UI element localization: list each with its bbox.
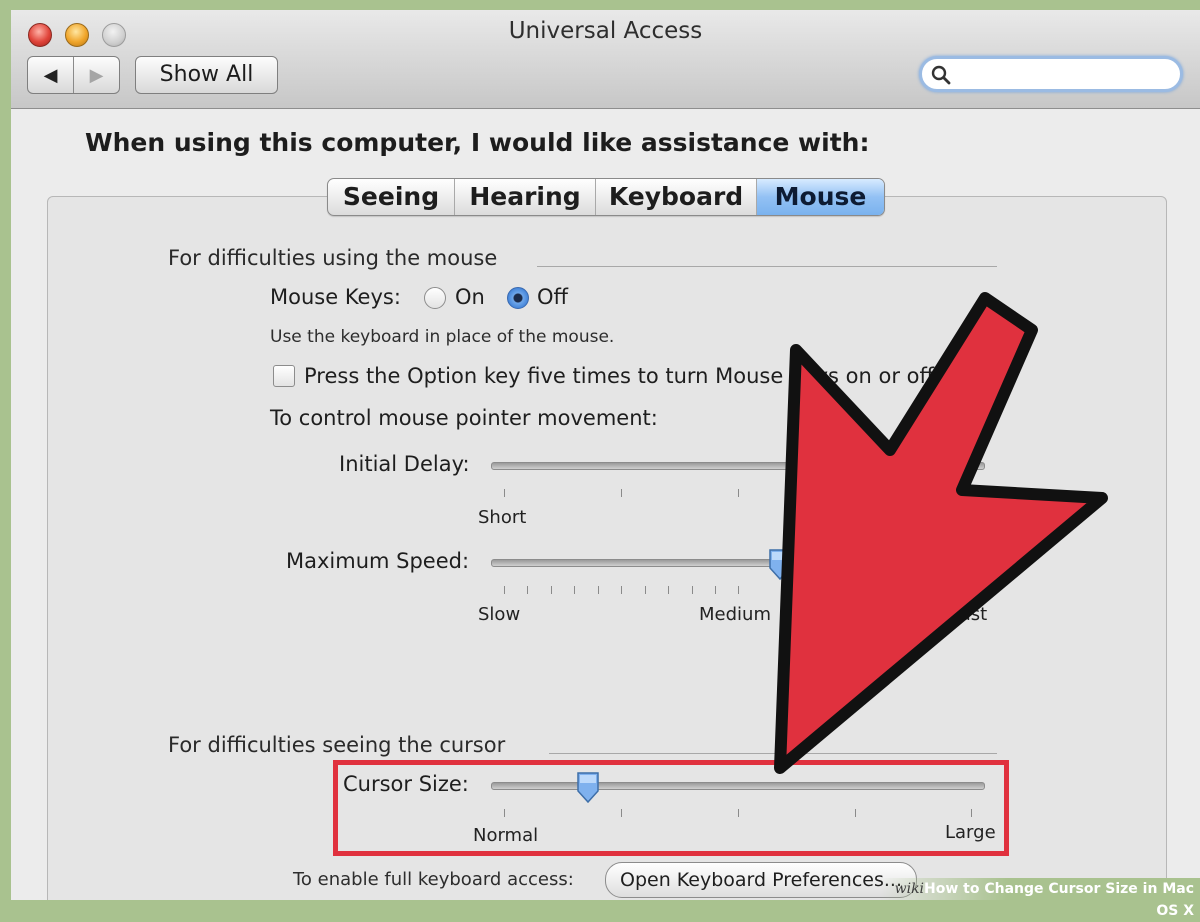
maximum-speed-mid-label: Medium: [699, 604, 771, 625]
search-icon: [931, 65, 951, 85]
footer-title: How to Change Cursor Size in Mac OS X: [924, 881, 1194, 919]
maximum-speed-slider[interactable]: [491, 559, 985, 567]
search-field[interactable]: [919, 56, 1183, 92]
wikihow-brand: wiki: [894, 881, 925, 897]
nav-back-forward: ◀ ▶: [27, 56, 120, 94]
tab-hearing[interactable]: Hearing: [455, 179, 596, 215]
back-arrow-icon: ◀: [43, 64, 58, 86]
open-keyboard-preferences-button[interactable]: Open Keyboard Preferences...: [605, 862, 917, 898]
slider-tick: [621, 489, 622, 497]
initial-delay-label: Initial Delay:: [339, 452, 470, 476]
slider-tick: [621, 586, 622, 594]
option-key-checkbox-label[interactable]: Press the Option key five times to turn …: [304, 364, 934, 388]
mouse-keys-on-label[interactable]: On: [455, 285, 485, 309]
mouse-keys-off-label[interactable]: Off: [537, 285, 568, 309]
toolbar: Universal Access ◀ ▶ Show All: [11, 10, 1200, 109]
maximum-speed-label: Maximum Speed:: [286, 549, 470, 573]
slider-tick: [504, 586, 505, 594]
pointer-control-label: To control mouse pointer movement:: [270, 406, 658, 430]
preferences-window: Universal Access ◀ ▶ Show All When using…: [11, 10, 1200, 900]
maximum-speed-slider-thumb[interactable]: [767, 548, 793, 582]
initial-delay-min-label: Short: [478, 507, 527, 528]
wikihow-footer: wikiHow to Change Cursor Size in Mac OS …: [880, 878, 1200, 919]
mouse-keys-label: Mouse Keys:: [270, 285, 401, 309]
forward-arrow-icon: ▶: [89, 64, 104, 86]
section-divider: [549, 753, 997, 754]
keyboard-access-label: To enable full keyboard access:: [293, 869, 574, 890]
mouse-keys-on-radio[interactable]: [424, 287, 446, 309]
option-key-checkbox[interactable]: [273, 365, 295, 387]
tab-keyboard[interactable]: Keyboard: [596, 179, 757, 215]
slider-tick: [692, 586, 693, 594]
slider-tick: [598, 586, 599, 594]
forward-button[interactable]: ▶: [74, 57, 119, 93]
slider-tick: [551, 586, 552, 594]
assistance-heading: When using this computer, I would like a…: [85, 128, 870, 157]
cursor-section-title: For difficulties seeing the cursor: [168, 733, 506, 757]
back-button[interactable]: ◀: [28, 57, 74, 93]
mouse-section-title: For difficulties using the mouse: [168, 246, 498, 270]
slider-tick: [645, 586, 646, 594]
slider-tick: [668, 586, 669, 594]
cursor-size-highlight: [333, 760, 1009, 856]
slider-tick: [527, 586, 528, 594]
tab-mouse[interactable]: Mouse: [757, 179, 884, 215]
maximum-speed-max-label: Fast: [951, 604, 988, 625]
slider-tick: [715, 586, 716, 594]
section-divider: [537, 266, 997, 267]
tab-bar: Seeing Hearing Keyboard Mouse: [327, 178, 885, 216]
slider-tick: [504, 489, 505, 497]
window-title: Universal Access: [508, 18, 703, 44]
slider-tick: [738, 586, 739, 594]
slider-tick: [738, 489, 739, 497]
tab-seeing[interactable]: Seeing: [328, 179, 455, 215]
mouse-keys-off-radio[interactable]: [507, 287, 529, 309]
slider-tick: [574, 586, 575, 594]
mouse-keys-description: Use the keyboard in place of the mouse.: [270, 327, 615, 347]
show-all-button[interactable]: Show All: [135, 56, 278, 94]
maximum-speed-min-label: Slow: [478, 604, 521, 625]
initial-delay-slider[interactable]: [491, 462, 985, 470]
